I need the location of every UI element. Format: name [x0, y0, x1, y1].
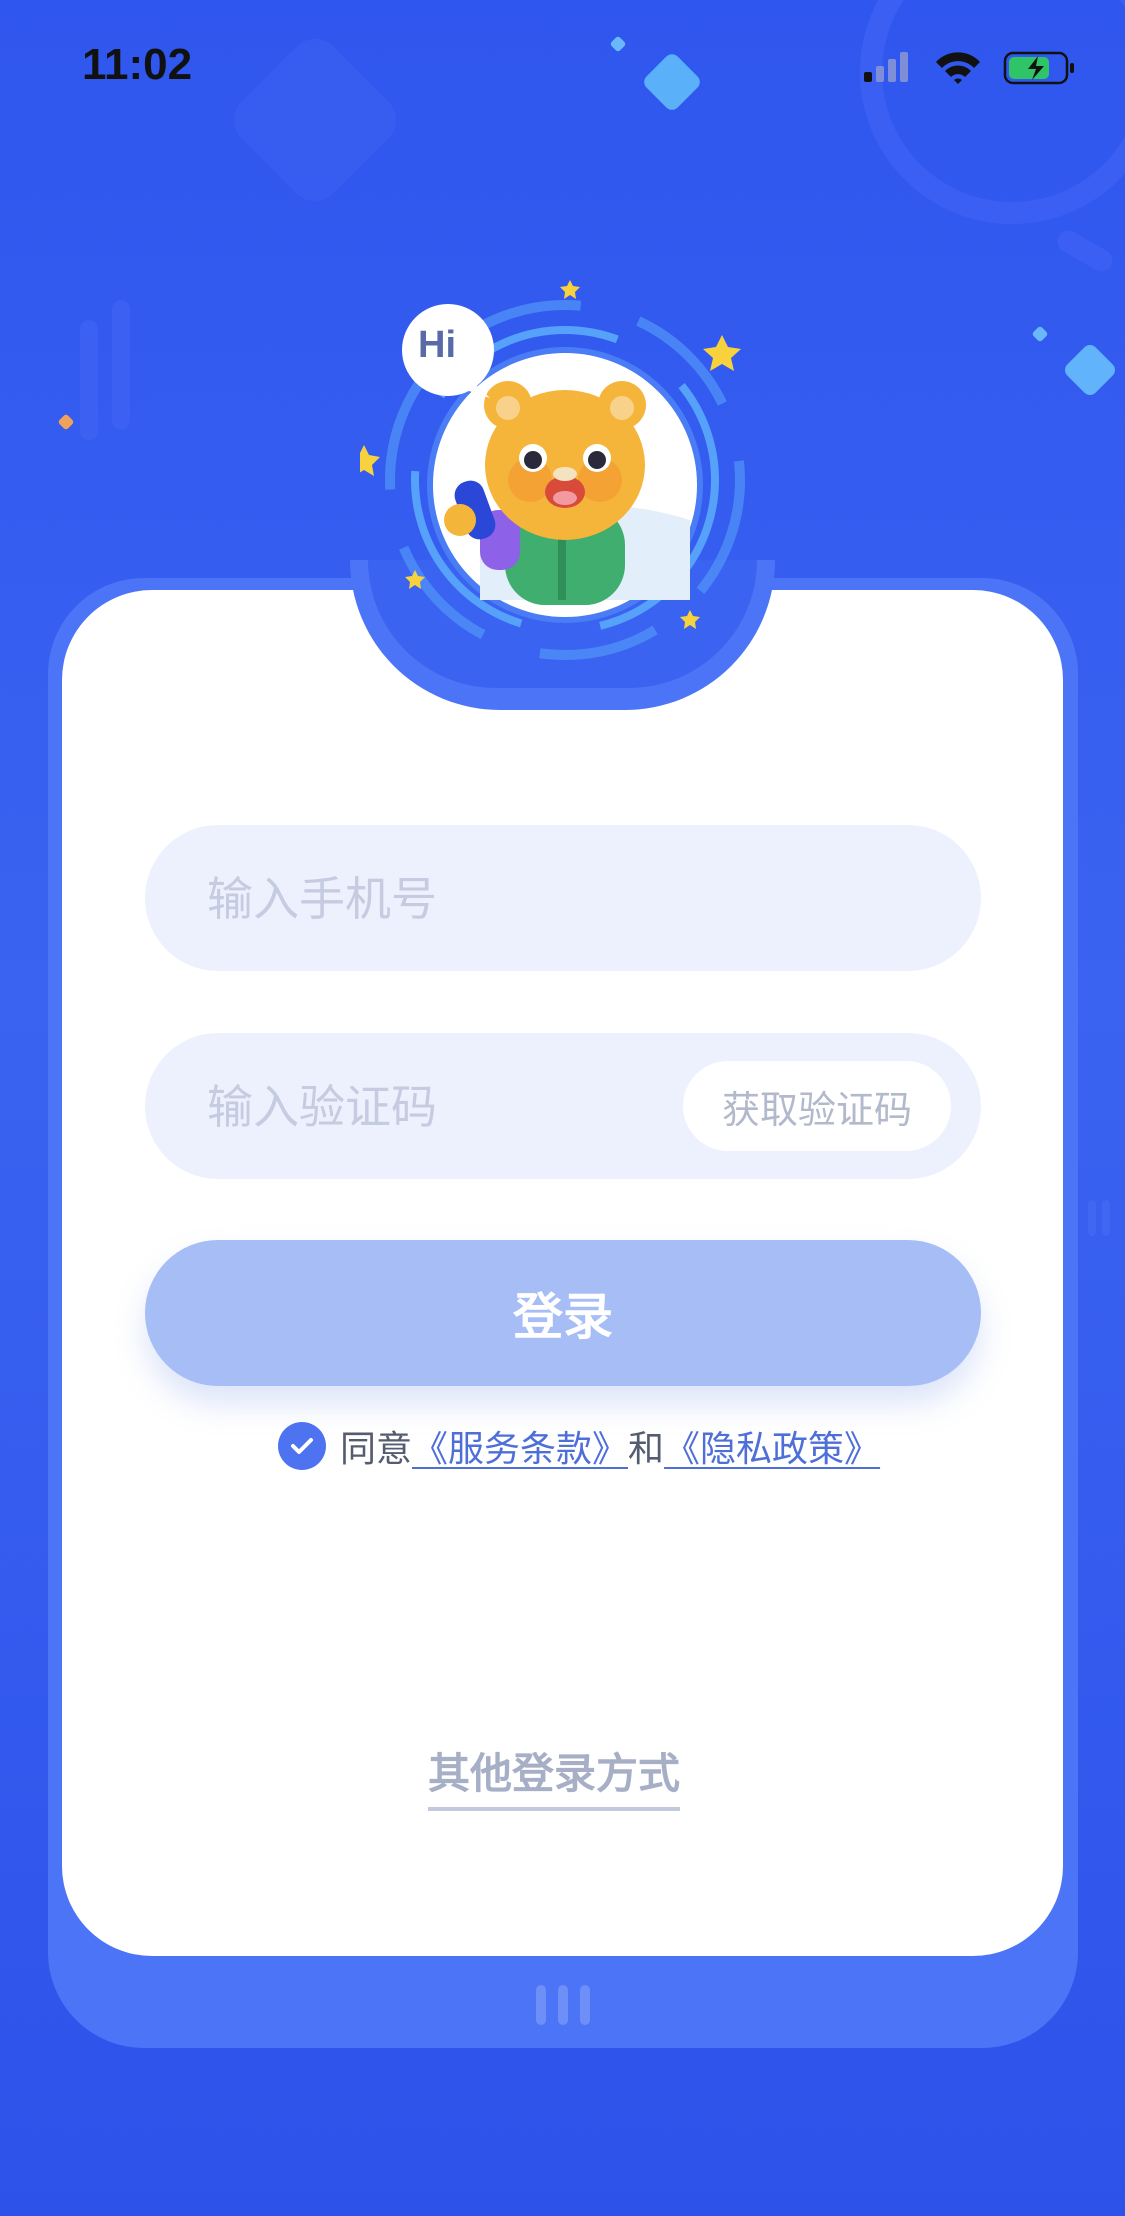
bg-bar — [80, 320, 98, 440]
login-button[interactable]: 登录 — [145, 1240, 981, 1386]
status-icons — [864, 48, 1079, 88]
bg-bar — [1053, 226, 1117, 276]
code-field: 获取验证码 — [145, 1033, 981, 1181]
side-handle — [1088, 1200, 1096, 1236]
status-time: 11:02 — [82, 40, 193, 89]
terms-link[interactable]: 《服务条款》 — [412, 1420, 628, 1472]
bg-dot — [57, 413, 75, 431]
signal-icon — [864, 52, 908, 82]
bg-dot — [1031, 325, 1049, 343]
panel-handle — [536, 1985, 546, 2025]
bg-diamond — [1061, 341, 1119, 399]
wifi-icon — [936, 52, 980, 84]
battery-icon — [1003, 51, 1074, 85]
agree-checkbox[interactable] — [278, 1422, 326, 1470]
agreement-row: 同意 《服务条款》 和 《隐私政策》 — [278, 1420, 880, 1472]
status-bar: 11:02 — [0, 0, 1125, 140]
agree-prefix: 同意 — [340, 1429, 413, 1470]
phone-input[interactable] — [205, 825, 909, 973]
check-icon — [291, 1438, 313, 1454]
code-input[interactable] — [205, 1033, 669, 1181]
other-login-link[interactable]: 其他登录方式 — [428, 1740, 681, 1811]
mascot-speech-text: Hi — [418, 324, 456, 366]
phone-field — [145, 825, 981, 973]
side-handle — [1102, 1200, 1110, 1236]
mascot: Hi — [348, 280, 760, 660]
panel-handle — [580, 1985, 590, 2025]
get-code-button[interactable]: 获取验证码 — [683, 1061, 951, 1151]
panel-handle — [558, 1985, 568, 2025]
privacy-link[interactable]: 《隐私政策》 — [664, 1420, 880, 1472]
bg-bar — [112, 300, 130, 430]
agree-conjunction: 和 — [628, 1429, 665, 1470]
